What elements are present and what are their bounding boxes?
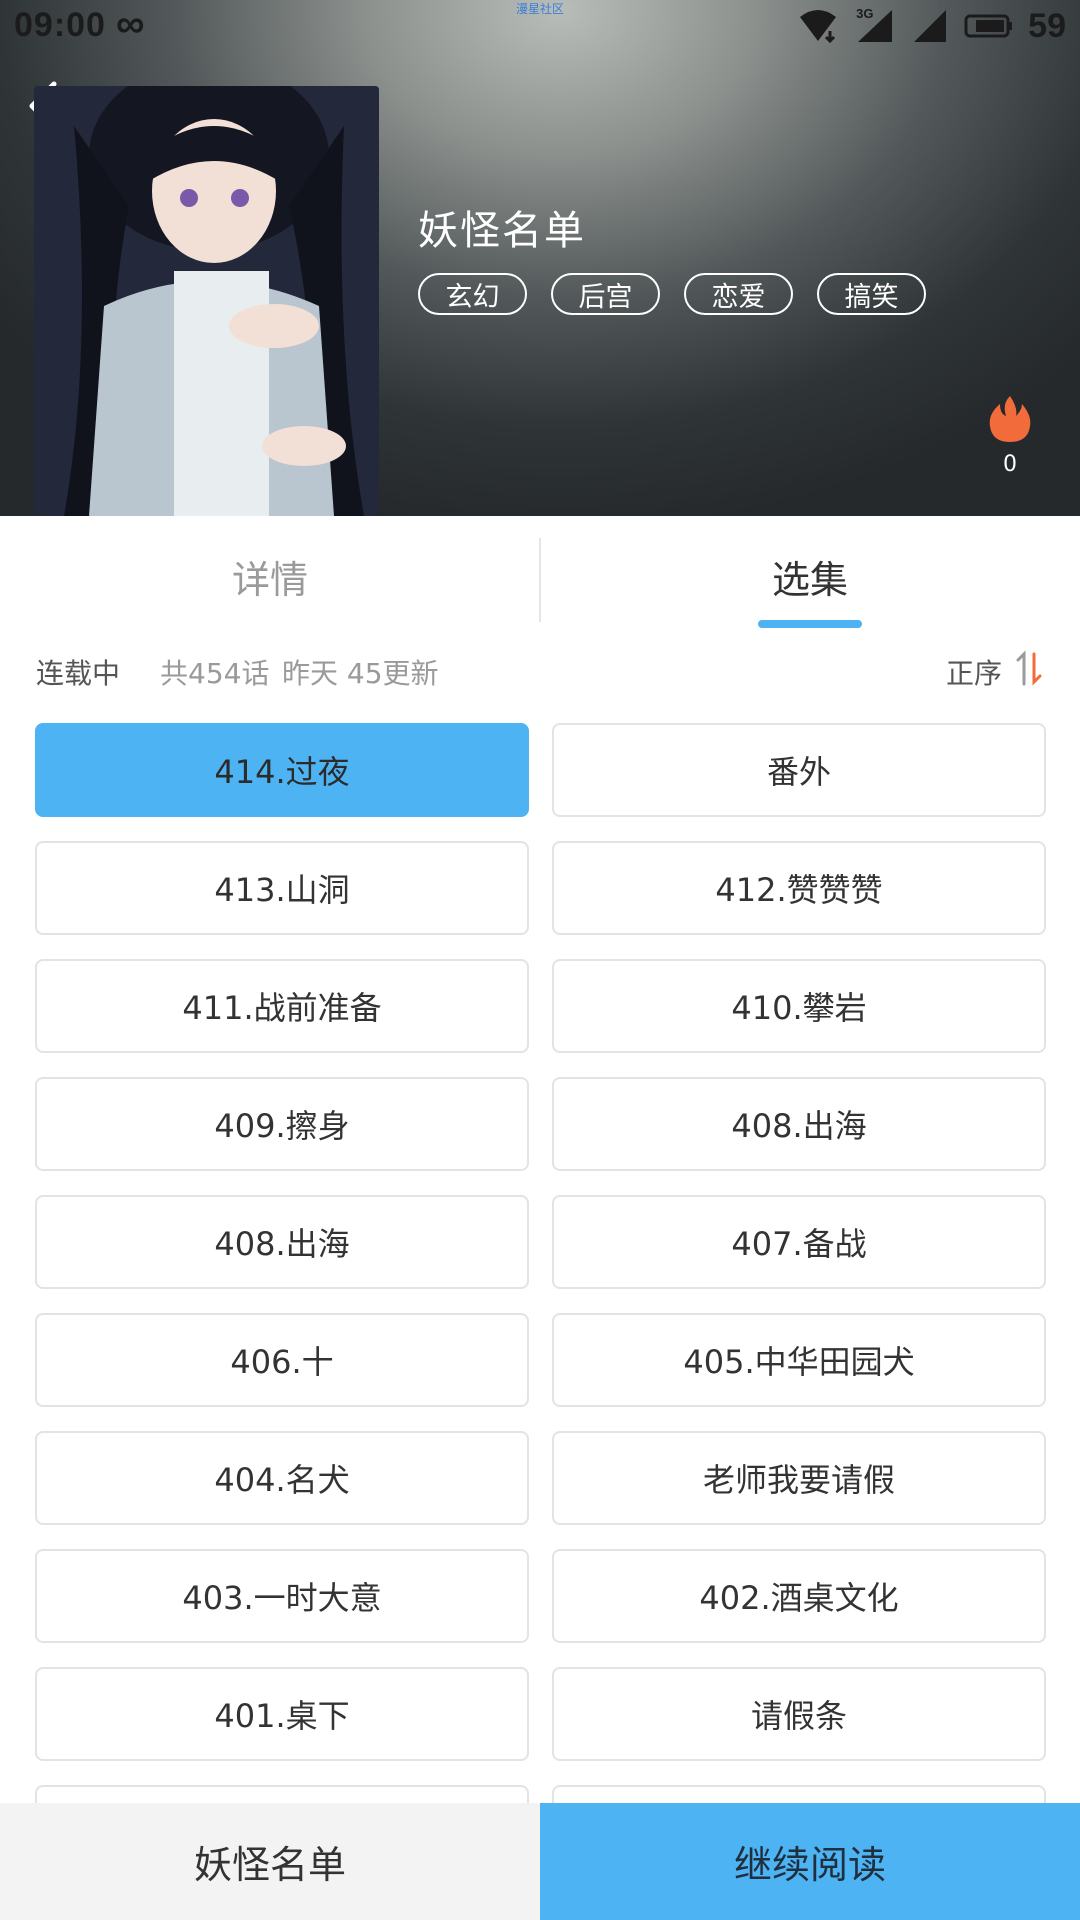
tab-details[interactable]: 详情 xyxy=(0,516,540,636)
episode-button[interactable]: 410.攀岩 xyxy=(552,959,1046,1053)
tab-episodes[interactable]: 选集 xyxy=(540,516,1080,636)
episode-count: 共454话 xyxy=(160,657,270,690)
status-icons: 3G 59 xyxy=(798,6,1066,46)
bottom-bar: 妖怪名单 继续阅读 xyxy=(0,1803,1080,1920)
flame-icon xyxy=(989,396,1031,442)
comic-cover-image xyxy=(34,86,379,516)
episode-button[interactable]: 407.备战 xyxy=(552,1195,1046,1289)
status-time: 09:00 xyxy=(14,6,106,44)
update-info: 昨天 45更新 xyxy=(282,657,439,690)
episode-button[interactable]: 412.赞赞赞 xyxy=(552,841,1046,935)
sort-arrows-icon[interactable] xyxy=(1012,648,1048,688)
status-bar: 09:00 ∞ 漫星社区 3G 59 xyxy=(0,0,1080,52)
episode-button[interactable]: 番外 xyxy=(552,723,1046,817)
tag-chip[interactable]: 搞笑 xyxy=(817,273,926,315)
battery-level: 59 xyxy=(1028,6,1066,45)
bottom-comic-title: 妖怪名单 xyxy=(0,1803,540,1920)
sort-order-toggle[interactable]: 正序 xyxy=(946,652,1002,692)
serial-info-row: 连载中 共454话 昨天 45更新 正序 xyxy=(0,636,1080,706)
comic-header: 09:00 ∞ 漫星社区 3G 59 妖怪名单 玄幻 后宫 恋爱 搞笑 0 xyxy=(0,0,1080,516)
comic-title: 妖怪名单 xyxy=(418,208,586,254)
popularity-indicator: 0 xyxy=(980,394,1040,484)
episode-button[interactable]: 405.中华田园犬 xyxy=(552,1313,1046,1407)
tab-bar: 详情 选集 xyxy=(0,516,1080,636)
signal-icon xyxy=(914,10,947,42)
tag-chip[interactable]: 恋爱 xyxy=(684,273,793,315)
cover-illustration xyxy=(34,86,379,516)
tag-chip[interactable]: 后宫 xyxy=(551,273,660,315)
screen: 09:00 ∞ 漫星社区 3G 59 妖怪名单 玄幻 后宫 恋爱 搞笑 0 详情… xyxy=(0,0,1080,1920)
episode-button[interactable]: 413.山洞 xyxy=(35,841,529,935)
episode-button[interactable]: 408.出海 xyxy=(552,1077,1046,1171)
comic-tags: 玄幻 后宫 恋爱 搞笑 xyxy=(418,273,926,315)
battery-icon xyxy=(964,14,1013,38)
episode-button[interactable]: 408.出海 xyxy=(35,1195,529,1289)
status-center-text: 漫星社区 xyxy=(515,2,564,16)
episode-button[interactable]: 404.名犬 xyxy=(35,1431,529,1525)
episode-button[interactable]: 老师我要请假 xyxy=(552,1431,1046,1525)
signal-3g-icon: 3G xyxy=(852,6,896,44)
episode-button[interactable]: 401.桌下 xyxy=(35,1667,529,1761)
episode-button[interactable]: 402.酒桌文化 xyxy=(552,1549,1046,1643)
serial-status: 连载中 xyxy=(36,657,121,690)
network-type-label: 3G xyxy=(856,6,874,21)
popularity-count: 0 xyxy=(1003,452,1017,477)
continue-reading-button[interactable]: 继续阅读 xyxy=(540,1803,1080,1920)
tag-chip[interactable]: 玄幻 xyxy=(418,273,527,315)
episode-button[interactable]: 406.十 xyxy=(35,1313,529,1407)
episode-button[interactable]: 409.擦身 xyxy=(35,1077,529,1171)
episode-button[interactable]: 请假条 xyxy=(552,1667,1046,1761)
episode-button[interactable]: 411.战前准备 xyxy=(35,959,529,1053)
episode-button[interactable]: 403.一时大意 xyxy=(35,1549,529,1643)
loop-icon: ∞ xyxy=(116,2,145,46)
wifi-icon xyxy=(800,10,837,43)
episode-button[interactable]: 414.过夜 xyxy=(35,723,529,817)
active-tab-indicator xyxy=(758,620,862,628)
